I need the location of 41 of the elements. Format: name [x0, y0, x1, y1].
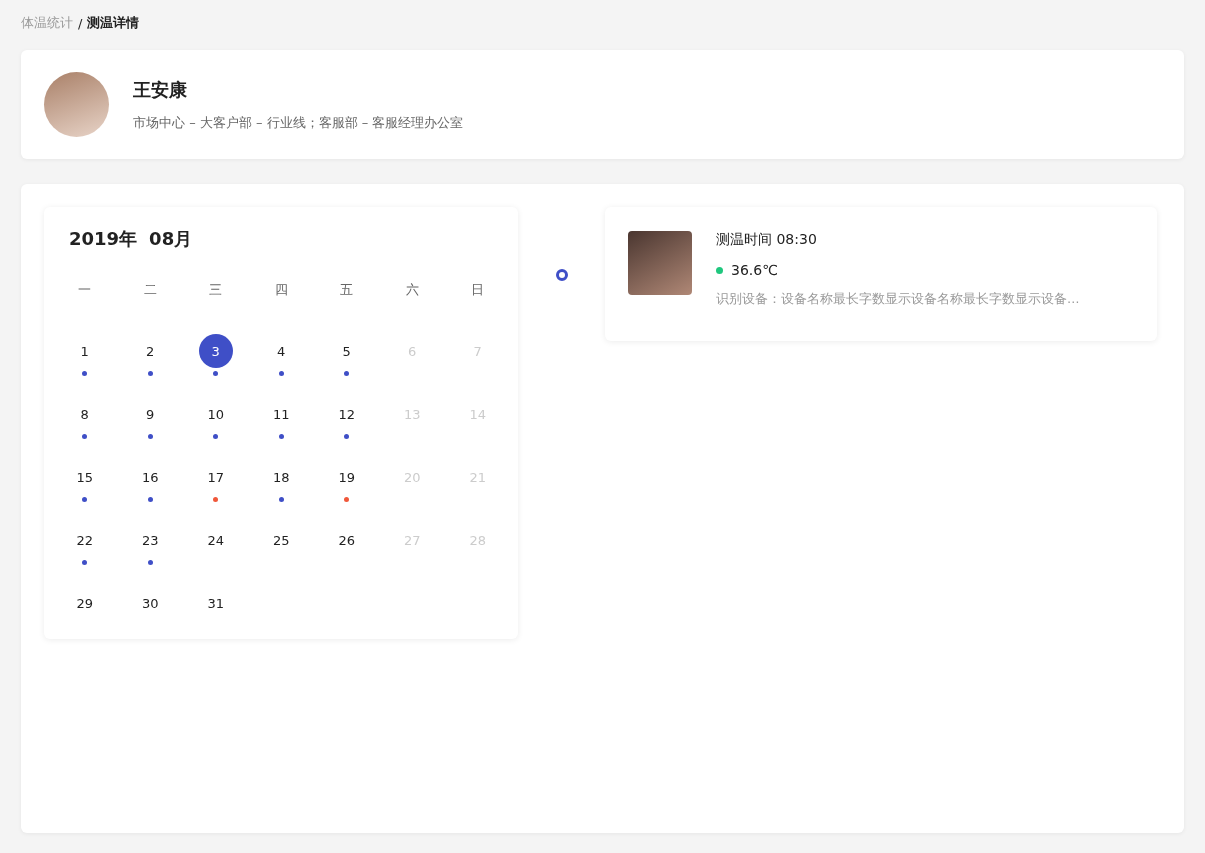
calendar-day[interactable]: 31	[198, 586, 233, 620]
weekday-label: 五	[340, 281, 354, 299]
calendar-year: 2019年	[69, 227, 138, 251]
breadcrumb-current: 测温详情	[87, 14, 140, 32]
breadcrumb-separator: /	[78, 15, 83, 31]
temperature-value: 36.6℃	[731, 262, 778, 278]
calendar-day[interactable]: 5	[329, 334, 364, 368]
weekday-label: 一	[78, 281, 92, 299]
calendar-day[interactable]: 11	[264, 397, 299, 431]
calendar-day[interactable]: 10	[198, 397, 233, 431]
calendar-day[interactable]: 23	[133, 523, 168, 557]
calendar-day[interactable]: 19	[329, 460, 364, 494]
calendar-day[interactable]: 26	[329, 523, 364, 557]
calendar-day[interactable]: 1	[67, 334, 102, 368]
calendar-day[interactable]: 30	[133, 586, 168, 620]
calendar-month: 08月	[149, 227, 193, 251]
calendar-day[interactable]: 2	[133, 334, 168, 368]
person-name: 王安康	[133, 77, 188, 102]
timeline-node	[555, 269, 568, 281]
department-path: 市场中心 – 大客户部 – 行业线；客服部 – 客服经理办公室	[133, 113, 464, 132]
measure-time: 测温时间 08:30	[716, 231, 818, 249]
device-info: 识别设备：设备名称最长字数显示设备名称最长字数显示设备…	[716, 291, 1080, 308]
calendar-day[interactable]: 15	[67, 460, 102, 494]
calendar-day[interactable]: 24	[198, 523, 233, 557]
calendar-day[interactable]: 17	[198, 460, 233, 494]
calendar-day[interactable]: 25	[264, 523, 299, 557]
calendar-day[interactable]: 29	[67, 586, 102, 620]
calendar-day[interactable]: 18	[264, 460, 299, 494]
calendar-day[interactable]: 9	[133, 397, 168, 431]
weekday-label: 二	[143, 281, 157, 299]
weekday-label: 日	[471, 281, 485, 299]
photo-placeholder	[628, 231, 692, 295]
weekday-label: 三	[209, 281, 223, 299]
weekday-label: 六	[405, 281, 419, 299]
calendar-day[interactable]: 12	[329, 397, 364, 431]
calendar-day[interactable]: 16	[133, 460, 168, 494]
calendar-day[interactable]: 4	[264, 334, 299, 368]
calendar-day[interactable]: 3	[198, 334, 233, 368]
calendar-day[interactable]: 8	[67, 397, 102, 431]
calendar-day[interactable]: 22	[67, 523, 102, 557]
weekday-label: 四	[274, 281, 288, 299]
